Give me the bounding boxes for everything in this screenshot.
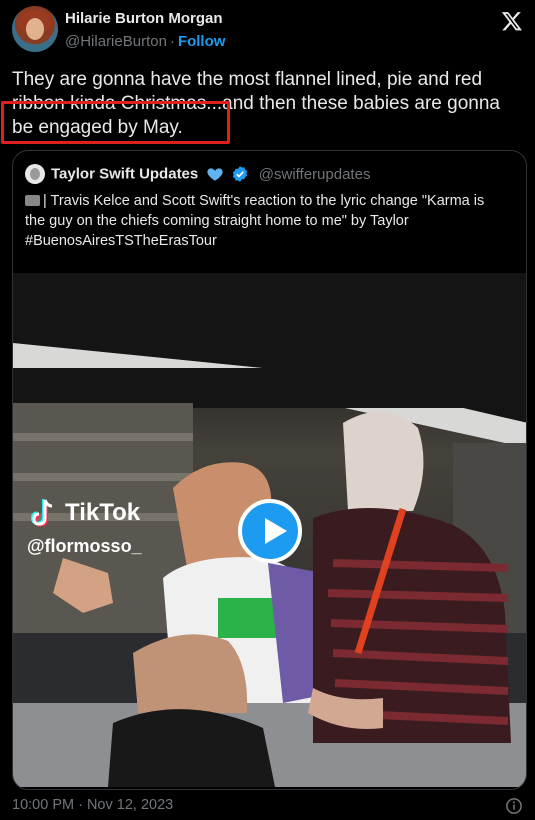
verified-badge-icon (232, 166, 247, 182)
quoted-text-line: | Travis Kelce and Scott Swift's reactio… (25, 191, 517, 211)
author-handle[interactable]: @HilarieBurton (65, 33, 167, 50)
tweet-timestamp[interactable]: 10:00 PM · Nov 12, 2023 (12, 797, 173, 813)
info-icon[interactable] (505, 797, 523, 815)
quoted-text-line-1: | Travis Kelce and Scott Swift's reactio… (43, 193, 485, 209)
tweet-footer: 10:00 PM · Nov 12, 2023 (12, 797, 523, 817)
tweet-text-line: They are gonna have the most flannel lin… (12, 69, 483, 90)
separator-dot: · (169, 33, 175, 50)
author-avatar[interactable] (12, 6, 58, 52)
tiktok-watermark-user: @flormosso_ (27, 536, 142, 556)
video-player[interactable]: TikTok @flormosso_ (13, 273, 526, 787)
tweet-header: Hilarie Burton Morgan @HilarieBurton · Fol… (12, 6, 523, 56)
tiktok-watermark-brand: TikTok (65, 499, 141, 526)
quoted-author-avatar[interactable] (25, 164, 45, 184)
quoted-tweet-card[interactable]: Taylor Swift Updates @swifferupdates | T… (12, 150, 527, 790)
quoted-tweet-header: Taylor Swift Updates @swifferupdates (25, 164, 370, 186)
quoted-tweet-text: | Travis Kelce and Scott Swift's reactio… (25, 191, 517, 251)
quoted-text-line-2: the guy on the chiefs coming straight ho… (25, 213, 409, 229)
blue-heart-icon (207, 168, 224, 181)
author-handle-row: @HilarieBurton · Follow (65, 33, 225, 50)
follow-button[interactable]: Follow (178, 33, 226, 50)
quoted-hashtag[interactable]: #BuenosAiresTSTheErasTour (25, 231, 517, 251)
tiktok-logo-icon (31, 499, 53, 527)
highlight-annotation-box (1, 101, 230, 144)
video-camera-icon (25, 195, 40, 206)
quoted-author-name[interactable]: Taylor Swift Updates (51, 166, 198, 183)
play-icon[interactable] (238, 499, 302, 563)
x-logo-icon[interactable] (501, 10, 523, 32)
author-name[interactable]: Hilarie Burton Morgan (65, 10, 223, 27)
quoted-author-handle[interactable]: @swifferupdates (259, 166, 371, 183)
